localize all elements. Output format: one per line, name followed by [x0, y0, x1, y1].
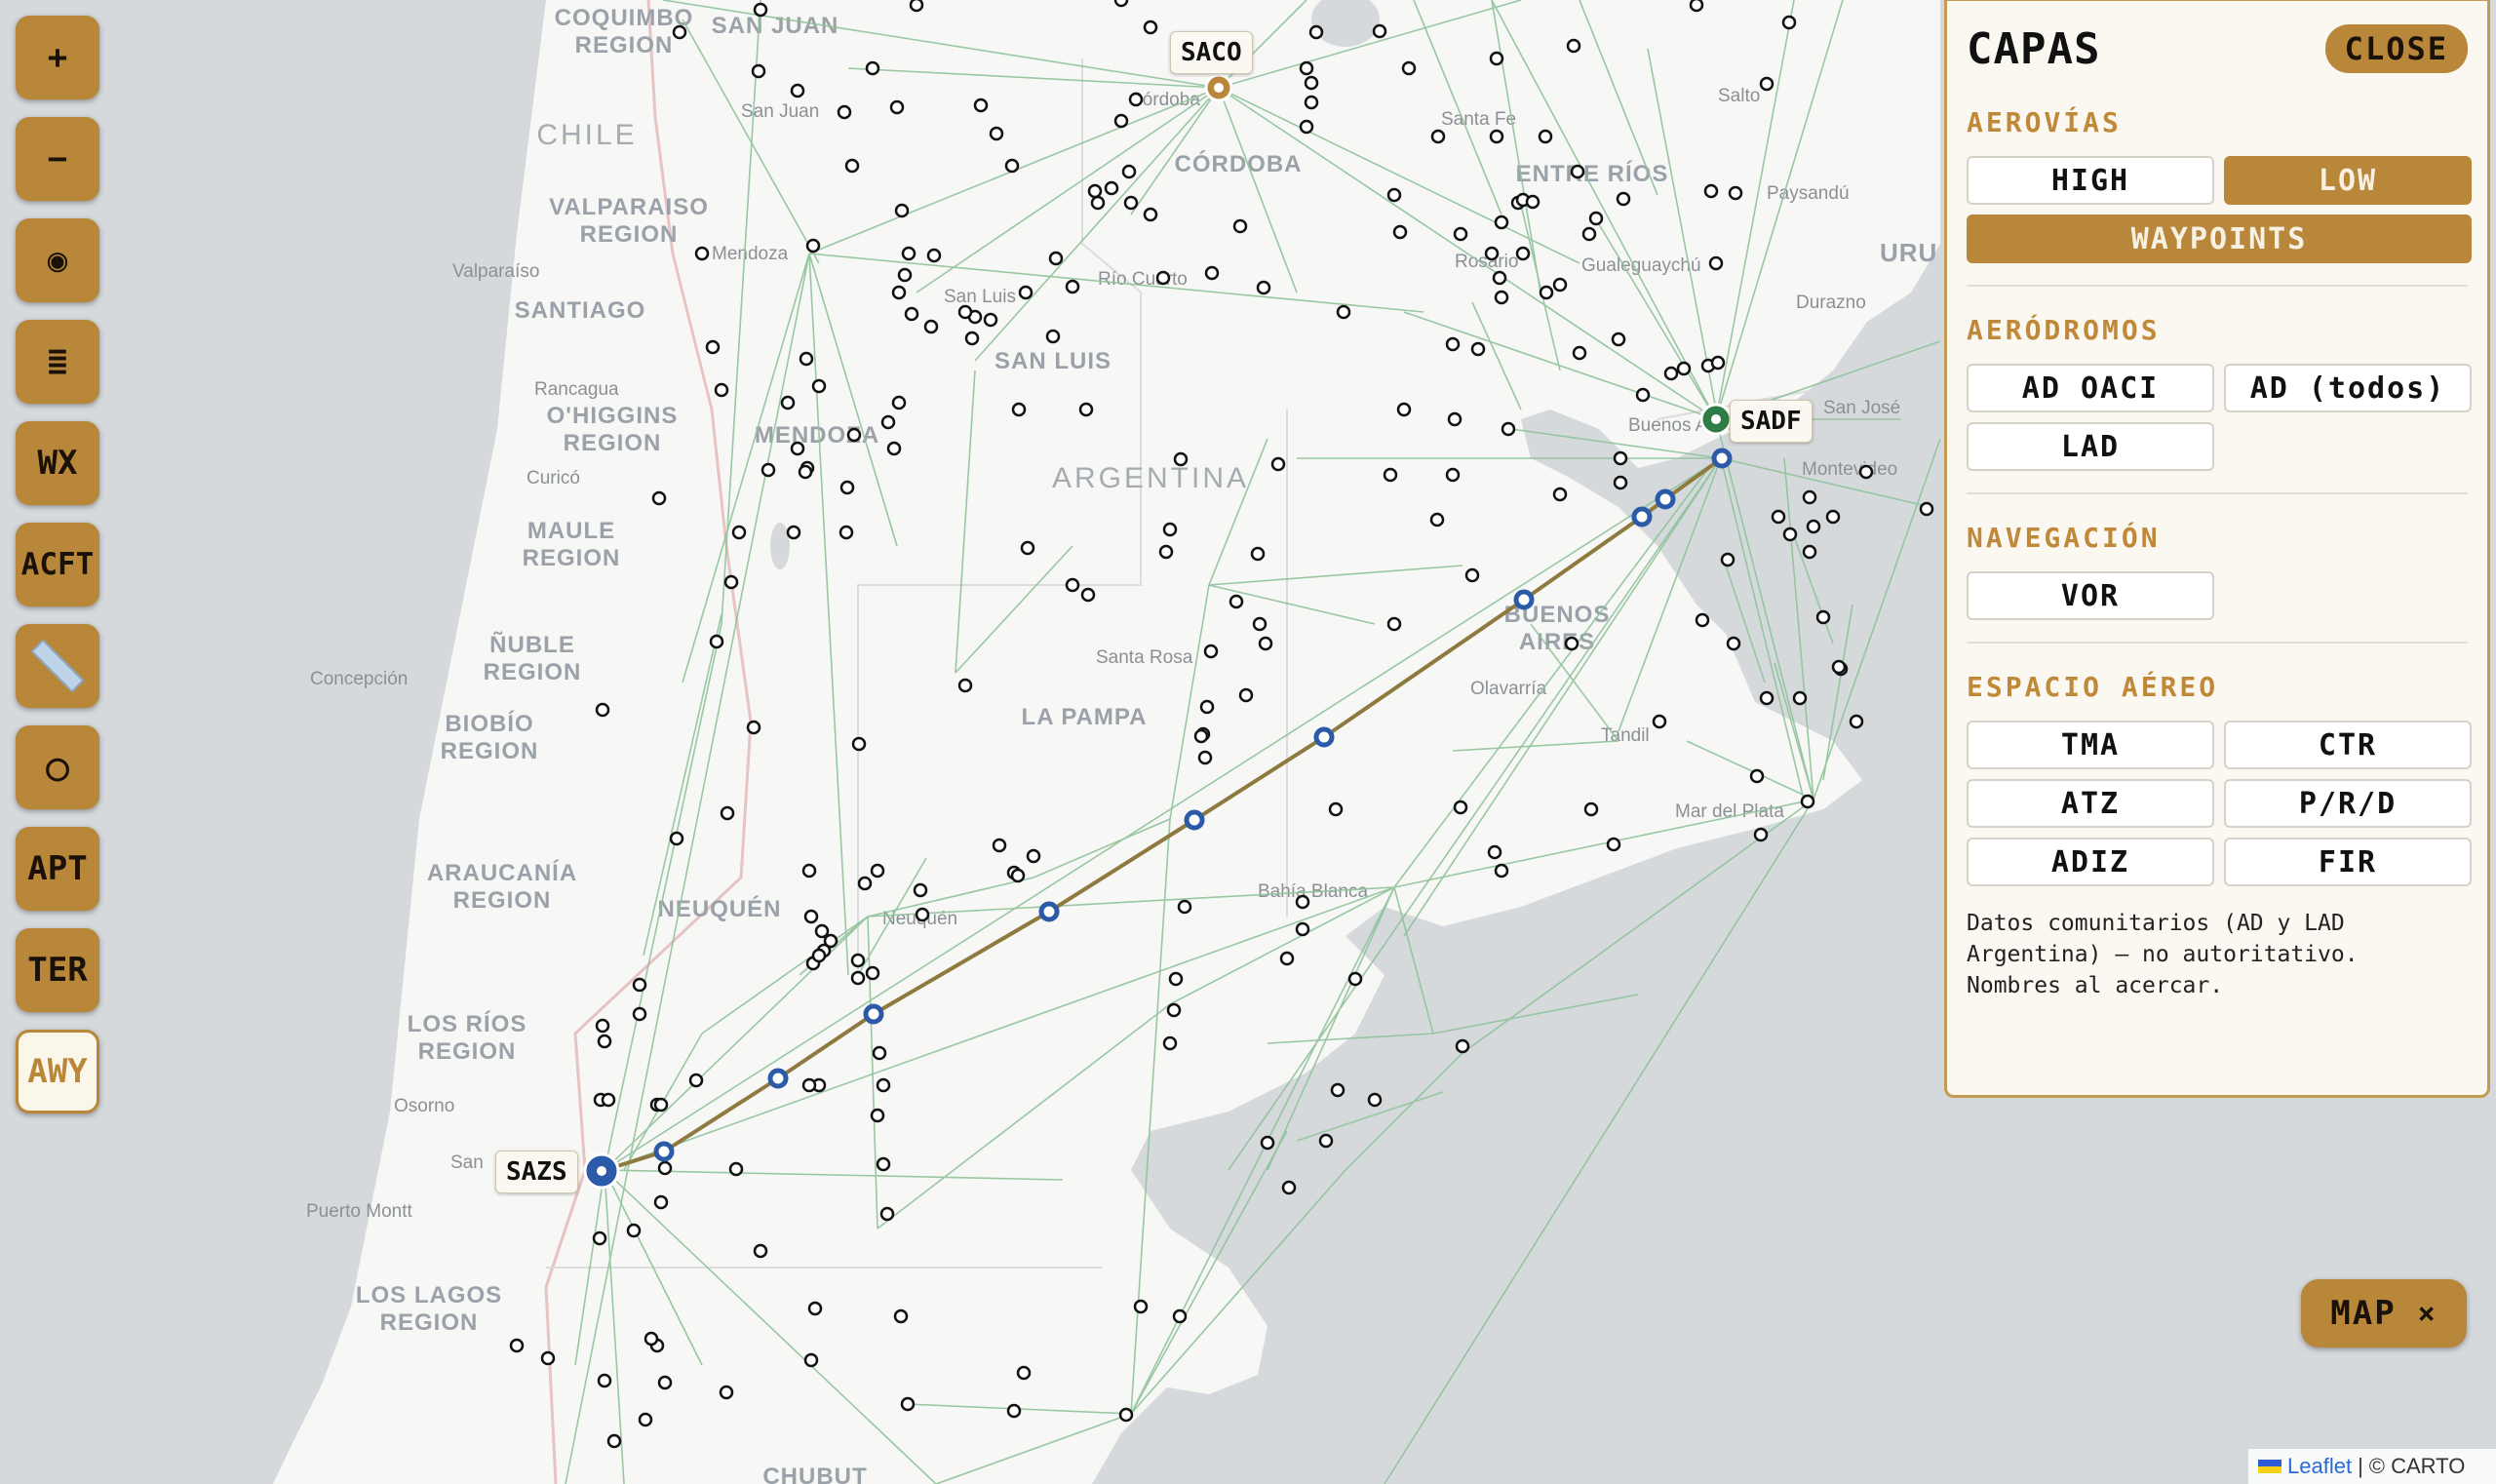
svg-text:ARGENTINA: ARGENTINA: [1052, 462, 1249, 494]
airport-sazs-marker[interactable]: [583, 1152, 620, 1190]
svg-text:MAULEREGION: MAULE REGION: [523, 518, 621, 571]
panel-title: CAPAS: [1967, 23, 2101, 74]
layers-panel: CAPAS CLOSE AEROVÍAS HIGH LOW WAYPOINTS …: [1944, 0, 2490, 1098]
target-icon: ◉: [47, 241, 68, 280]
airport-label-sadf[interactable]: SADF: [1730, 400, 1813, 443]
svg-text:Durazno: Durazno: [1796, 293, 1866, 313]
disclaimer-line: Nombres al acercar.: [1967, 973, 2224, 998]
section-espacio-aereo: ESPACIO AÉREO: [1967, 671, 2219, 703]
svg-text:Paysandú: Paysandú: [1767, 183, 1850, 204]
acft-label: ACFT: [20, 547, 95, 582]
section-aerovias: AEROVÍAS: [1967, 106, 2122, 138]
locate-button[interactable]: ◉: [16, 218, 99, 302]
svg-text:Valparaíso: Valparaíso: [452, 261, 539, 282]
svg-text:Río Cuarto: Río Cuarto: [1098, 269, 1188, 290]
ter-label: TER: [27, 951, 88, 990]
list-icon: ≣: [47, 342, 68, 381]
ukraine-flag-icon: [2258, 1460, 2282, 1473]
atz-toggle[interactable]: ATZ: [1967, 779, 2214, 828]
svg-text:Rancagua: Rancagua: [534, 379, 619, 400]
zoom-out-button[interactable]: −: [16, 117, 99, 201]
section-aerodromos: AERÓDROMOS: [1967, 314, 2161, 346]
circle-button[interactable]: ○: [16, 725, 99, 809]
awy-button[interactable]: AWY: [16, 1030, 99, 1113]
list-button[interactable]: ≣: [16, 320, 99, 404]
svg-text:Osorno: Osorno: [394, 1096, 454, 1116]
prd-toggle[interactable]: P/R/D: [2224, 779, 2472, 828]
tma-toggle[interactable]: TMA: [1967, 721, 2214, 769]
svg-text:Olavarría: Olavarría: [1470, 679, 1547, 699]
disclaimer-line: Argentina) — no autoritativo.: [1967, 942, 2359, 967]
map-toggle-button[interactable]: MAP ×: [2301, 1279, 2467, 1347]
plus-icon: +: [47, 38, 68, 77]
lake: [770, 523, 790, 569]
lad-toggle[interactable]: LAD: [1967, 422, 2214, 471]
ter-button[interactable]: TER: [16, 928, 99, 1012]
svg-text:BUENOSAIRES: BUENOS AIRES: [1504, 602, 1611, 655]
svg-text:Mendoza: Mendoza: [712, 244, 789, 264]
airport-label-saco[interactable]: SACO: [1170, 31, 1253, 74]
ad-todos-toggle[interactable]: AD (todos): [2224, 364, 2472, 412]
circle-icon: ○: [45, 745, 70, 790]
fir-toggle[interactable]: FIR: [2224, 838, 2472, 886]
svg-text:CHUBUT: CHUBUT: [762, 1464, 867, 1484]
high-toggle[interactable]: HIGH: [1967, 156, 2214, 205]
close-button[interactable]: CLOSE: [2324, 24, 2468, 73]
svg-text:LA PAMPA: LA PAMPA: [1022, 704, 1148, 730]
svg-text:Concepción: Concepción: [310, 669, 408, 689]
svg-text:URU: URU: [1880, 238, 1937, 267]
apt-label: APT: [27, 849, 88, 888]
vor-toggle[interactable]: VOR: [1967, 571, 2214, 620]
minus-icon: −: [47, 139, 68, 178]
ruler-button[interactable]: [16, 624, 99, 708]
wx-label: WX: [37, 444, 78, 483]
svg-text:Santa Fe: Santa Fe: [1441, 109, 1516, 130]
svg-text:San José: San José: [1823, 398, 1900, 418]
ad-oaci-toggle[interactable]: AD OACI: [1967, 364, 2214, 412]
svg-text:Mar del Plata: Mar del Plata: [1675, 801, 1784, 822]
svg-text:SANTIAGO: SANTIAGO: [515, 297, 646, 324]
svg-text:CHILE: CHILE: [536, 119, 637, 151]
svg-text:Montevideo: Montevideo: [1802, 459, 1897, 480]
wx-button[interactable]: WX: [16, 421, 99, 505]
low-toggle[interactable]: LOW: [2224, 156, 2472, 205]
carto-attribution: © CARTO: [2368, 1454, 2466, 1478]
svg-text:Santa Rosa: Santa Rosa: [1096, 647, 1193, 668]
svg-text:Salto: Salto: [1718, 86, 1760, 106]
svg-text:Puerto Montt: Puerto Montt: [306, 1201, 412, 1222]
waypoints-toggle[interactable]: WAYPOINTS: [1967, 215, 2472, 263]
divider: [1967, 642, 2468, 644]
zoom-in-button[interactable]: +: [16, 16, 99, 99]
ctr-toggle[interactable]: CTR: [2224, 721, 2472, 769]
acft-button[interactable]: ACFT: [16, 523, 99, 606]
svg-text:SAN LUIS: SAN LUIS: [994, 348, 1112, 374]
disclaimer-line: Datos comunitarios (AD y LAD: [1967, 911, 2345, 936]
svg-text:NEUQUÉN: NEUQUÉN: [657, 895, 781, 922]
ruler-icon: [30, 639, 85, 693]
data-disclaimer: Datos comunitarios (AD y LAD Argentina) …: [1967, 908, 2468, 1001]
svg-text:Curicó: Curicó: [526, 468, 580, 488]
close-icon: ×: [2417, 1296, 2438, 1331]
airport-label-sazs[interactable]: SAZS: [495, 1151, 578, 1193]
airport-saco-marker[interactable]: [1204, 73, 1233, 102]
svg-text:Gualeguaychú: Gualeguaychú: [1581, 255, 1701, 276]
leaflet-link[interactable]: Leaflet: [2287, 1454, 2352, 1479]
svg-text:San: San: [450, 1152, 484, 1173]
adiz-toggle[interactable]: ADIZ: [1967, 838, 2214, 886]
awy-label: AWY: [27, 1052, 88, 1091]
attribution-separator: |: [2358, 1454, 2363, 1478]
map-toggle-label: MAP: [2330, 1294, 2397, 1333]
divider: [1967, 492, 2468, 494]
section-navegacion: NAVEGACIÓN: [1967, 522, 2161, 554]
svg-text:CÓRDOBA: CÓRDOBA: [1175, 150, 1303, 177]
map-attribution: Leaflet | © CARTO: [2248, 1449, 2496, 1484]
svg-text:San Luis: San Luis: [944, 287, 1016, 307]
divider: [1967, 285, 2468, 287]
svg-text:O'HIGGINSREGION: O'HIGGINS REGION: [547, 403, 679, 456]
airport-sadf-marker[interactable]: [1699, 403, 1733, 436]
svg-text:SAN JUAN: SAN JUAN: [712, 13, 839, 39]
apt-button[interactable]: APT: [16, 827, 99, 911]
